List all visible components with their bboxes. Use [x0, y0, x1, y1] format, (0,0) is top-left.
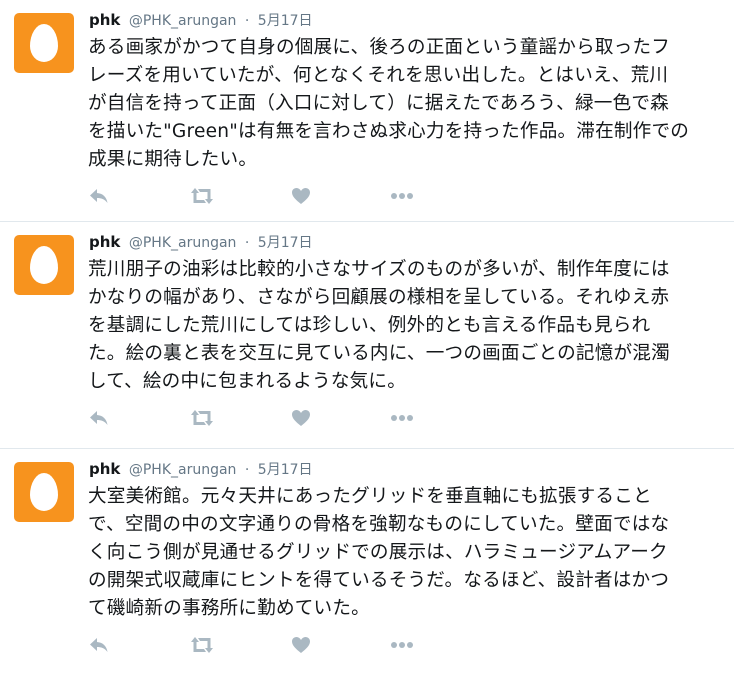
tweet[interactable]: phk @PHK_arungan · 5月17日 ある画家がかつて自身の個展に、…	[0, 0, 734, 222]
avatar[interactable]	[14, 235, 74, 295]
avatar[interactable]	[14, 462, 74, 522]
user-handle[interactable]: @PHK_arungan	[129, 235, 237, 251]
tweet-header: phk @PHK_arungan · 5月17日	[89, 10, 313, 30]
retweet-icon	[191, 410, 213, 426]
more-dots-icon	[391, 642, 413, 648]
tweet[interactable]: phk @PHK_arungan · 5月17日 大室美術館。元々天井にあったグ…	[0, 449, 734, 671]
egg-avatar-icon	[30, 246, 58, 284]
reply-button[interactable]	[88, 185, 118, 209]
more-dots-icon	[391, 415, 413, 421]
avatar[interactable]	[14, 13, 74, 73]
reply-button[interactable]	[88, 634, 118, 658]
retweet-button[interactable]	[188, 407, 218, 431]
tweet-timestamp[interactable]: 5月17日	[258, 13, 313, 29]
tweet-header: phk @PHK_arungan · 5月17日	[89, 232, 313, 252]
tweet-text: 大室美術館。元々天井にあったグリッドを垂直軸にも拡張すること で、空間の中の文字…	[88, 486, 670, 619]
retweet-button[interactable]	[188, 634, 218, 658]
more-button[interactable]	[388, 185, 418, 209]
like-button[interactable]	[290, 185, 320, 209]
reply-icon	[90, 638, 108, 652]
egg-avatar-icon	[30, 24, 58, 62]
separator-dot: ·	[244, 235, 250, 251]
tweet-actions	[88, 185, 448, 209]
retweet-icon	[191, 637, 213, 653]
separator-dot: ·	[244, 13, 250, 29]
retweet-icon	[191, 188, 213, 204]
tweet-text: ある画家がかつて自身の個展に、後ろの正面という童謡から取ったフ レーズを用いてい…	[88, 37, 690, 170]
tweet-header: phk @PHK_arungan · 5月17日	[89, 459, 313, 479]
tweet-timeline: phk @PHK_arungan · 5月17日 ある画家がかつて自身の個展に、…	[0, 0, 734, 674]
tweet-timestamp[interactable]: 5月17日	[258, 462, 313, 478]
heart-icon	[292, 637, 310, 653]
user-handle[interactable]: @PHK_arungan	[129, 462, 237, 478]
heart-icon	[292, 188, 310, 204]
reply-button[interactable]	[88, 407, 118, 431]
tweet-actions	[88, 407, 448, 431]
user-handle[interactable]: @PHK_arungan	[129, 13, 237, 29]
like-button[interactable]	[290, 407, 320, 431]
more-dots-icon	[391, 193, 413, 199]
heart-icon	[292, 410, 310, 426]
more-button[interactable]	[388, 634, 418, 658]
user-name[interactable]: phk	[89, 233, 120, 251]
egg-avatar-icon	[30, 473, 58, 511]
tweet-actions	[88, 634, 448, 658]
separator-dot: ·	[244, 462, 250, 478]
user-name[interactable]: phk	[89, 460, 120, 478]
reply-icon	[90, 189, 108, 203]
reply-icon	[90, 411, 108, 425]
retweet-button[interactable]	[188, 185, 218, 209]
user-name[interactable]: phk	[89, 11, 120, 29]
tweet-timestamp[interactable]: 5月17日	[258, 235, 313, 251]
more-button[interactable]	[388, 407, 418, 431]
tweet-text: 荒川朋子の油彩は比較的小さなサイズのものが多いが、制作年度には かなりの幅があり…	[88, 259, 670, 392]
tweet[interactable]: phk @PHK_arungan · 5月17日 荒川朋子の油彩は比較的小さなサ…	[0, 222, 734, 444]
like-button[interactable]	[290, 634, 320, 658]
